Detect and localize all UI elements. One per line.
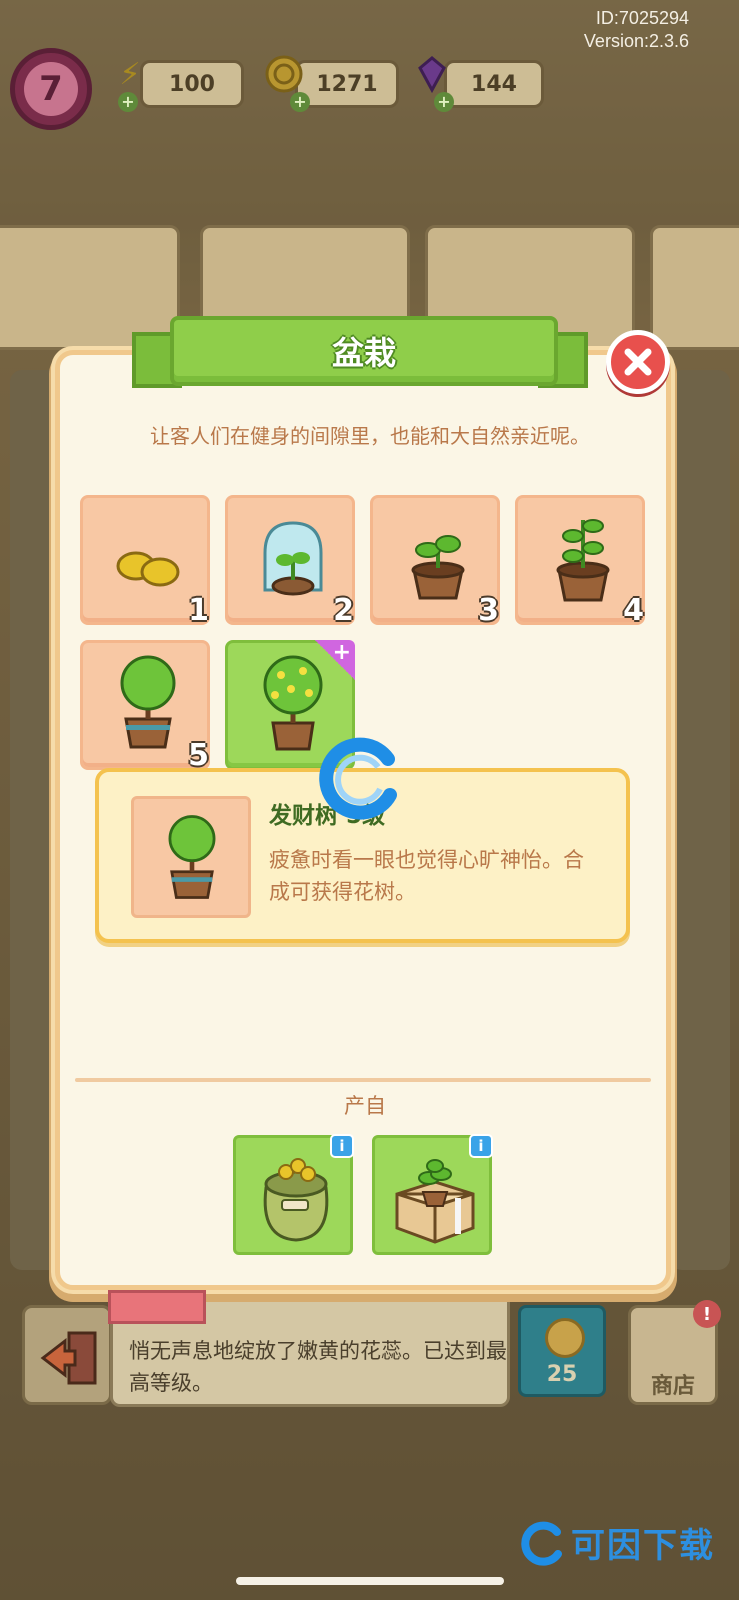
watermark-logo-icon xyxy=(521,1521,562,1566)
background-column xyxy=(670,370,730,1270)
plus-icon: + xyxy=(332,640,351,665)
modal-description: 让客人们在健身的间隙里，也能和大自然亲近呢。 xyxy=(150,424,590,448)
coin-icon xyxy=(545,1318,585,1358)
new-item-tag: + xyxy=(315,640,355,680)
gem-counter[interactable]: 144 xyxy=(444,60,544,108)
buy-price: 25 xyxy=(546,1362,578,1387)
level-badge[interactable]: 7 xyxy=(10,48,92,130)
selected-item-description: 疲惫时看一眼也觉得心旷神怡。合成可获得花树。 xyxy=(269,848,584,904)
source-seed-sack[interactable]: i xyxy=(233,1134,354,1255)
tile-level-4[interactable]: 4 xyxy=(515,495,645,628)
tile-level-number: 1 xyxy=(188,593,209,628)
add-coins-button[interactable]: + xyxy=(290,92,310,112)
info-icon[interactable]: i xyxy=(469,1134,493,1158)
gem-value: 144 xyxy=(471,71,517,97)
selected-item-thumbnail xyxy=(131,796,251,918)
exit-button[interactable] xyxy=(22,1305,112,1405)
watermark-text: 可因下载 xyxy=(571,1526,715,1566)
coin-icon xyxy=(262,52,306,96)
lightning-icon: ⚡ xyxy=(119,56,141,92)
modal-title-ribbon: 盆栽 xyxy=(170,316,558,386)
seed-sack-icon xyxy=(263,1158,329,1242)
section-divider xyxy=(75,1078,651,1082)
add-gems-button[interactable]: + xyxy=(434,92,454,112)
tile-level-1[interactable]: 1 xyxy=(80,495,210,628)
energy-counter[interactable]: 100 xyxy=(140,60,244,108)
info-icon[interactable]: i xyxy=(330,1134,354,1158)
tile-level-number: 2 xyxy=(333,593,354,628)
coin-value: 1271 xyxy=(316,71,378,97)
source-label: 产自 xyxy=(344,1094,386,1118)
tile-level-number: 4 xyxy=(623,593,644,628)
shop-button[interactable]: 商店 ! xyxy=(628,1300,721,1405)
potted-tree-icon xyxy=(168,815,216,899)
young-plant-pot-icon xyxy=(556,519,610,602)
coin-counter[interactable]: 1271 xyxy=(295,60,399,108)
alert-icon: ! xyxy=(693,1300,721,1328)
player-id: ID:7025294 xyxy=(595,8,689,28)
add-energy-button[interactable]: + xyxy=(118,92,138,112)
tile-level-number: 3 xyxy=(478,593,499,628)
modal-title: 盆栽 xyxy=(331,334,396,372)
top-hud: ID:7025294 Version:2.3.6 7 100 ⚡ + 1271 … xyxy=(0,0,739,130)
buy-button[interactable]: 25 xyxy=(518,1305,606,1397)
gem-icon xyxy=(410,52,454,96)
exit-door-icon xyxy=(40,1331,97,1385)
loading-spinner-icon xyxy=(319,737,397,820)
potted-tree-icon xyxy=(120,655,176,749)
close-icon xyxy=(624,348,652,376)
level-number: 7 xyxy=(24,62,78,116)
sprout-in-glass-dome-icon xyxy=(263,521,323,596)
sprout-pot-icon xyxy=(411,535,465,600)
bookmark-flag xyxy=(108,1290,206,1324)
tile-level-3[interactable]: 3 xyxy=(370,495,500,628)
source-plant-box[interactable]: i xyxy=(372,1134,493,1255)
close-button[interactable] xyxy=(606,330,670,394)
home-indicator[interactable] xyxy=(236,1577,504,1585)
version-text: Version:2.3.6 xyxy=(583,31,689,51)
tile-level-2[interactable]: 2 xyxy=(225,495,355,628)
shelf-slot xyxy=(650,225,739,350)
shop-label: 商店 xyxy=(650,1374,695,1399)
tile-level-5[interactable]: 5 xyxy=(80,640,210,773)
status-message: 悄无声息地绽放了嫩黄的花蕊。已达到最高等级。 xyxy=(129,1339,507,1395)
plant-box-icon xyxy=(395,1159,475,1244)
seeds-icon xyxy=(116,551,180,587)
watermark: 可因下载 xyxy=(519,1518,715,1567)
energy-value: 100 xyxy=(169,71,215,97)
